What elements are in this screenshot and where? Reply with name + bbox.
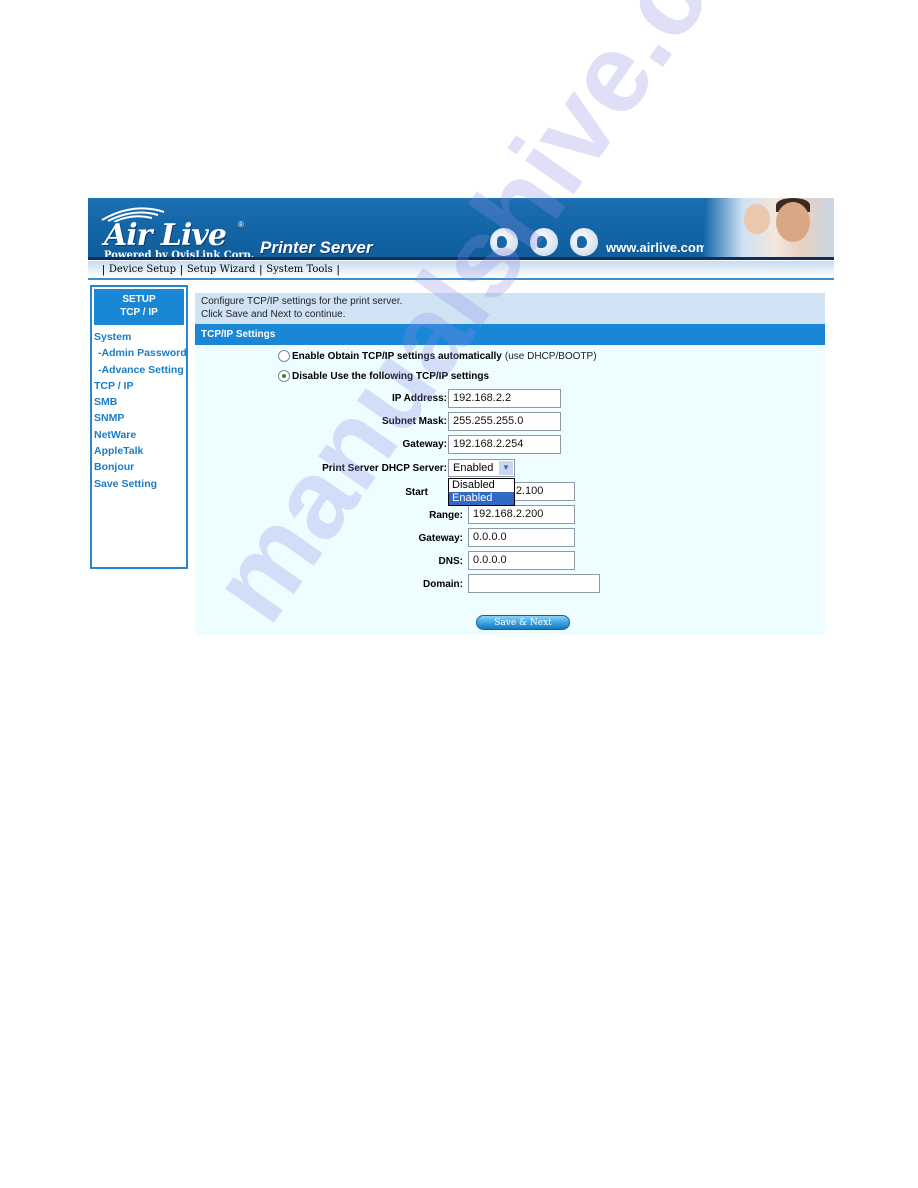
nav-setup-wizard[interactable]: Setup Wizard	[187, 264, 256, 275]
save-next-button[interactable]: Save & Next	[476, 615, 570, 630]
nav-separator: |	[259, 263, 263, 276]
dhcp-start-label: Start	[405, 487, 428, 498]
nav-separator: |	[179, 263, 183, 276]
dhcp-server-select[interactable]: Enabled ▼	[448, 459, 515, 477]
photo-person	[776, 202, 810, 242]
globe-icon	[570, 228, 598, 256]
dropdown-option-enabled[interactable]: Enabled	[449, 492, 514, 505]
globe-icon	[490, 228, 518, 256]
dhcp-server-dropdown: Disabled Enabled	[448, 478, 515, 506]
dhcp-server-label: Print Server DHCP Server:	[322, 463, 447, 474]
section-title: TCP/IP Settings	[195, 324, 825, 345]
header-banner: Air Live ® Powered by OvisLink Corp. Pri…	[88, 198, 834, 260]
sidebar: SETUP TCP / IP System -Admin Password -A…	[90, 285, 188, 569]
gateway-label: Gateway:	[402, 439, 447, 450]
sidebar-item-appletalk[interactable]: AppleTalk	[94, 443, 186, 459]
website-url: www.airlive.com	[606, 240, 708, 255]
radio-row-manual: Disable Use the following TCP/IP setting…	[278, 370, 489, 382]
top-nav: | Device Setup | Setup Wizard | System T…	[88, 261, 834, 280]
dhcp-gateway-label: Gateway:	[418, 533, 463, 544]
dhcp-gateway-input[interactable]: 0.0.0.0	[468, 528, 575, 547]
globe-icon	[530, 228, 558, 256]
sidebar-item-tcp-ip[interactable]: TCP / IP	[94, 378, 186, 394]
sidebar-item-smb[interactable]: SMB	[94, 394, 186, 410]
photo-person	[744, 204, 770, 234]
sidebar-header: SETUP TCP / IP	[94, 289, 184, 325]
dhcp-range-input[interactable]: 192.168.2.200	[468, 505, 575, 524]
dhcp-server-selected-value: Enabled	[453, 462, 494, 474]
intro-text: Configure TCP/IP settings for the print …	[195, 293, 825, 324]
ip-address-input[interactable]: 192.168.2.2	[448, 389, 561, 408]
sidebar-item-bonjour[interactable]: Bonjour	[94, 459, 186, 475]
sidebar-item-netware[interactable]: NetWare	[94, 427, 186, 443]
intro-line-1: Configure TCP/IP settings for the print …	[201, 296, 403, 307]
nav-separator: |	[336, 263, 340, 276]
intro-line-2: Click Save and Next to continue.	[201, 308, 346, 320]
dropdown-option-disabled[interactable]: Disabled	[449, 479, 514, 492]
radio-use-following[interactable]	[278, 370, 290, 382]
radio-auto-label: Enable Obtain TCP/IP settings automatica…	[292, 350, 502, 362]
dhcp-dns-input[interactable]: 0.0.0.0	[468, 551, 575, 570]
brand-name: Air Live	[104, 218, 227, 253]
registered-mark: ®	[238, 220, 244, 229]
nav-separator: |	[102, 263, 105, 276]
nav-system-tools[interactable]: System Tools	[266, 264, 333, 275]
globes	[490, 228, 598, 256]
banner-divider	[88, 257, 834, 260]
subnet-mask-input[interactable]: 255.255.255.0	[448, 412, 561, 431]
sidebar-menu: System -Admin Password -Advance Setting …	[92, 329, 187, 492]
sidebar-item-advance-setting[interactable]: -Advance Setting	[94, 362, 186, 378]
sidebar-item-save-setting[interactable]: Save Setting	[94, 476, 186, 492]
sidebar-item-snmp[interactable]: SNMP	[94, 410, 186, 426]
product-name: Printer Server	[260, 238, 373, 257]
sidebar-item-system[interactable]: System	[94, 329, 186, 345]
ip-address-label: IP Address:	[391, 393, 447, 404]
sidebar-item-admin-password[interactable]: -Admin Password	[94, 345, 187, 361]
dhcp-range-label: Range:	[429, 510, 463, 521]
radio-obtain-automatically[interactable]	[278, 350, 290, 362]
radio-auto-note: (use DHCP/BOOTP)	[504, 350, 597, 362]
chevron-down-icon[interactable]: ▼	[499, 461, 513, 475]
gateway-input[interactable]: 192.168.2.254	[448, 435, 561, 454]
sidebar-header-line1: SETUP	[122, 294, 156, 305]
banner-photo	[704, 198, 834, 257]
nav-device-setup[interactable]: Device Setup	[109, 264, 176, 275]
dhcp-dns-label: DNS:	[438, 556, 463, 567]
dhcp-domain-input[interactable]	[468, 574, 600, 593]
dhcp-domain-label: Domain:	[423, 579, 463, 590]
sidebar-header-line2: TCP / IP	[120, 307, 158, 318]
radio-manual-label: Disable Use the following TCP/IP setting…	[292, 370, 490, 382]
radio-row-auto: Enable Obtain TCP/IP settings automatica…	[278, 350, 597, 362]
subnet-mask-label: Subnet Mask:	[381, 416, 447, 427]
